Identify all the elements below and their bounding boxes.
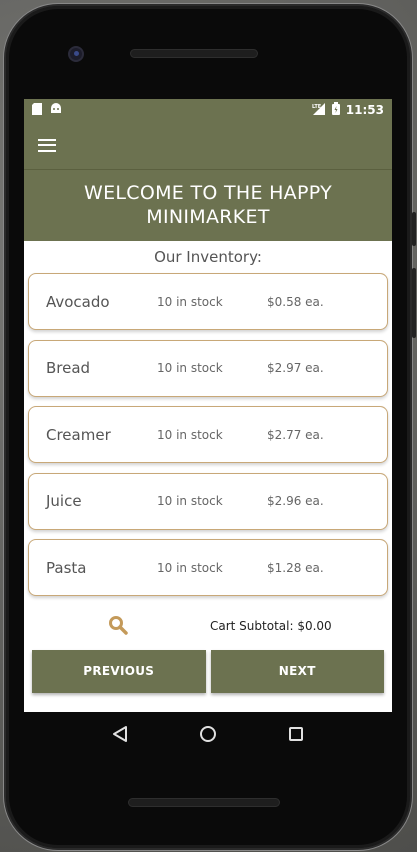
item-name: Creamer [46,425,111,444]
top-speaker [130,49,258,58]
inventory-item-bread[interactable]: Bread 10 in stock $2.97 ea. [28,339,388,397]
clock: 11:53 [345,103,384,117]
item-stock: 10 in stock [157,560,223,575]
inventory-item-creamer[interactable]: Creamer 10 in stock $2.77 ea. [28,406,388,464]
item-name: Bread [46,359,91,378]
back-icon[interactable] [110,724,130,744]
cart-subtotal: Cart Subtotal: $0.00 [210,618,332,633]
item-stock: 10 in stock [157,427,223,442]
battery-icon [331,102,340,118]
lte-signal-icon: LTE [312,102,326,118]
item-name: Juice [46,492,82,511]
inventory-item-juice[interactable]: Juice 10 in stock $2.96 ea. [28,472,388,530]
volume-button [412,212,416,246]
inventory-item-avocado[interactable]: Avocado 10 in stock $0.58 ea. [28,273,388,330]
item-name: Pasta [46,558,87,577]
power-button [412,268,416,338]
home-icon[interactable] [198,724,218,744]
status-bar: LTE 11:53 [24,99,392,121]
item-stock: 10 in stock [157,494,223,509]
item-price: $2.77 ea. [267,427,324,442]
app-bar [24,121,392,170]
inventory-list: Avocado 10 in stock $0.58 ea. Bread 10 i… [24,273,392,597]
pagination-buttons: PREVIOUS NEXT [24,649,392,693]
front-camera [68,46,84,62]
app-screen: LTE 11:53 WELCOME TO THE HAPPY MINIMARKE… [24,99,392,712]
item-price: $0.58 ea. [267,294,324,309]
next-button[interactable]: NEXT [210,649,384,693]
item-name: Avocado [46,292,110,311]
system-nav-bar [24,712,392,756]
item-stock: 10 in stock [157,294,223,309]
svg-text:LTE: LTE [312,104,322,110]
search-icon[interactable] [108,615,130,637]
bottom-speaker [128,798,280,807]
sd-card-icon [32,102,42,118]
android-icon [50,102,62,118]
cart-row: Cart Subtotal: $0.00 [24,606,392,646]
hamburger-menu-icon[interactable] [38,138,56,152]
previous-button[interactable]: PREVIOUS [32,649,206,693]
item-stock: 10 in stock [157,361,223,376]
banner-title-line1: WELCOME TO THE HAPPY [84,182,332,204]
item-price: $2.96 ea. [267,494,324,509]
recents-icon[interactable] [286,724,306,744]
item-price: $2.97 ea. [267,361,324,376]
inventory-title: Our Inventory: [154,248,262,266]
welcome-banner: WELCOME TO THE HAPPY MINIMARKET [24,170,392,241]
item-price: $1.28 ea. [267,560,324,575]
inventory-item-pasta[interactable]: Pasta 10 in stock $1.28 ea. [28,539,388,597]
banner-title-line2: MINIMARKET [146,206,270,228]
